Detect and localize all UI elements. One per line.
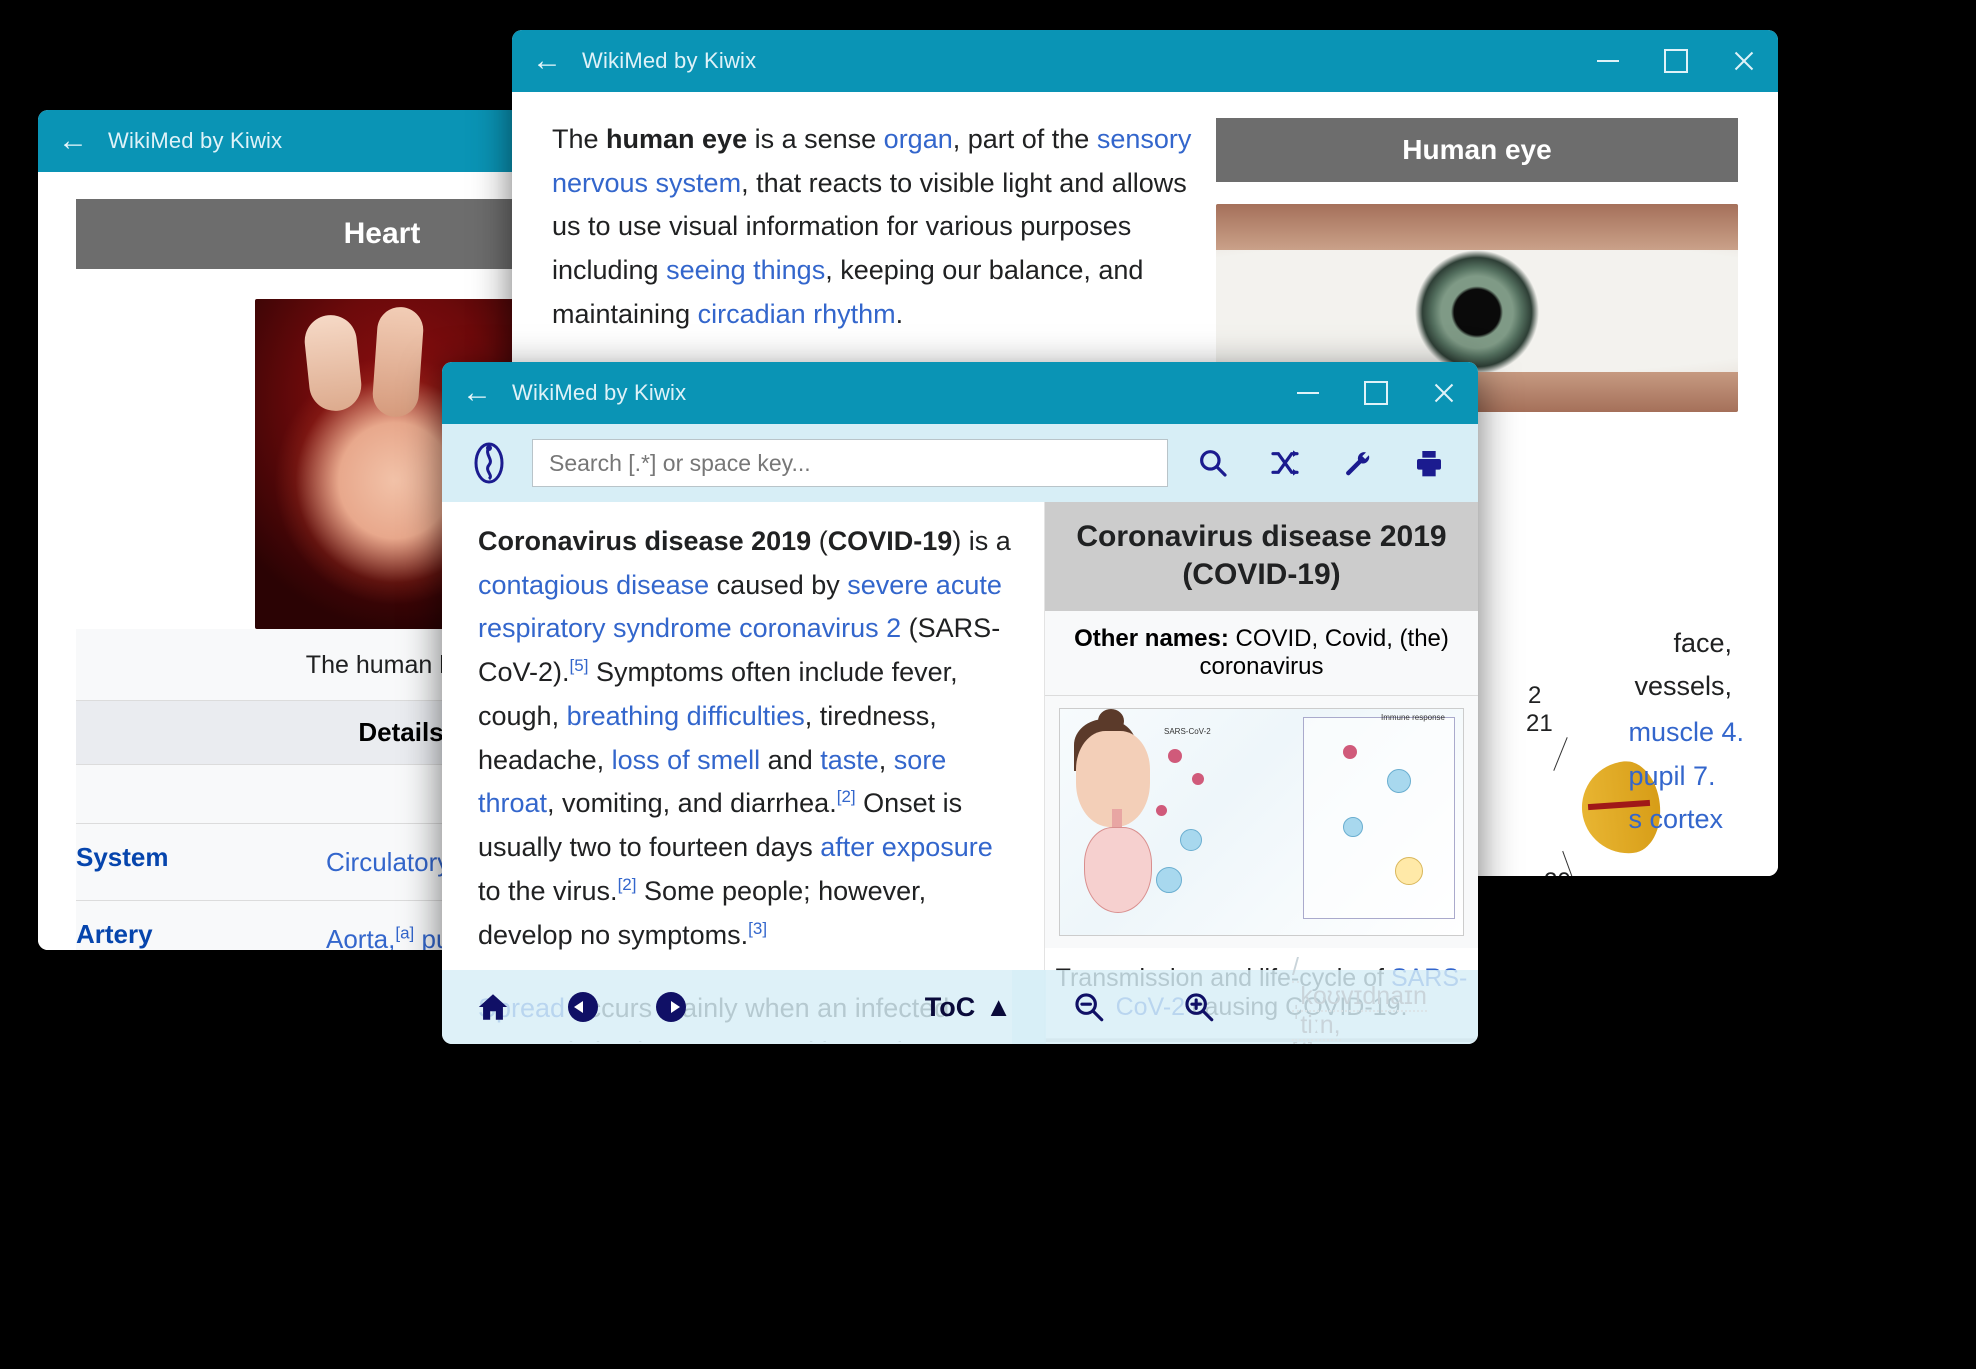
breathing-difficulties-link[interactable]: breathing difficulties [567, 701, 805, 731]
diagram-label-20: 20 [1544, 868, 1571, 876]
zoom-in-icon[interactable] [1182, 990, 1216, 1024]
ref-5[interactable]: [5] [570, 656, 589, 675]
diagram-label-21: 21 [1526, 710, 1553, 738]
covid-paragraph-1: Coronavirus disease 2019 (COVID-19) is a… [478, 520, 1018, 957]
covid-article-text: Coronavirus disease 2019 (COVID-19) is a… [442, 502, 1044, 1042]
window-controls [1274, 362, 1478, 424]
forward-arrow-icon[interactable] [656, 992, 686, 1022]
infobox-title: Coronavirus disease 2019 (COVID-19) [1045, 502, 1478, 611]
system-link[interactable]: Circulatory [326, 847, 450, 877]
maximize-button[interactable] [1342, 362, 1410, 424]
faded-pronunciation-text: /ˌkoʊvɪdnaɪnˈtiːn, [4] [1292, 953, 1427, 1045]
close-button[interactable] [1710, 30, 1778, 92]
titlebar-eye[interactable]: ← WikiMed by Kiwix [512, 30, 1778, 92]
eye-paragraph-1: The human eye is a sense organ, part of … [552, 118, 1192, 337]
scroll-to-top-icon[interactable] [1473, 992, 1478, 1022]
row-label[interactable]: System [76, 824, 326, 900]
home-icon[interactable] [476, 990, 510, 1024]
print-icon[interactable] [1402, 436, 1456, 490]
close-button[interactable] [1410, 362, 1478, 424]
infobox-title-line1: Coronavirus disease 2019 [1071, 518, 1452, 556]
maximize-button[interactable] [1642, 30, 1710, 92]
ref-2b[interactable]: [2] [618, 875, 637, 894]
other-names-label: Other names: [1074, 625, 1229, 652]
ref-a[interactable]: [a] [395, 924, 414, 943]
organ-link[interactable]: organ [884, 124, 953, 154]
back-arrow-icon[interactable] [568, 992, 598, 1022]
eye-fragment-pupil[interactable]: pupil 7. [1628, 761, 1715, 791]
window-title: WikiMed by Kiwix [512, 380, 686, 406]
minimize-button[interactable] [1274, 362, 1342, 424]
artery-link-aorta[interactable]: Aorta, [326, 924, 395, 950]
after-exposure-link[interactable]: after exposure [820, 832, 993, 862]
eye-fragment-muscle[interactable]: muscle 4. [1628, 717, 1744, 747]
window-title: WikiMed by Kiwix [108, 128, 282, 154]
chevron-up-icon: ▲ [985, 992, 1012, 1023]
circadian-rhythm-link[interactable]: circadian rhythm [698, 299, 896, 329]
bottom-bar-right: /ˌkoʊvɪdnaɪnˈtiːn, [4] [1012, 970, 1478, 1044]
diagram-label-2: 2 [1528, 682, 1541, 710]
search-input[interactable]: Search [.*] or space key... [532, 439, 1168, 487]
taste-link[interactable]: taste [820, 745, 879, 775]
titlebar-covid[interactable]: ← WikiMed by Kiwix [442, 362, 1478, 424]
loss-of-smell-link[interactable]: loss of smell [612, 745, 761, 775]
kiwix-logo-icon[interactable] [464, 438, 514, 488]
contagious-disease-link[interactable]: contagious disease [478, 570, 709, 600]
infobox-image-wrap: SARS-CoV-2 Immune response [1045, 696, 1478, 948]
window-title: WikiMed by Kiwix [582, 48, 756, 74]
toc-button[interactable]: ToC ▲ [925, 992, 1012, 1023]
ref-3[interactable]: [3] [748, 919, 767, 938]
infobox-other-names: Other names: COVID, Covid, (the) coronav… [1045, 611, 1478, 696]
infobox-title-line2: (COVID-19) [1071, 556, 1452, 594]
transmission-diagram: SARS-CoV-2 Immune response [1059, 708, 1464, 936]
row-label[interactable]: Artery [76, 901, 326, 950]
faded-ref: [4] [1292, 1040, 1427, 1045]
page-title: Human eye [1216, 118, 1738, 182]
bottom-bar-left: ToC ▲ [442, 970, 1046, 1044]
settings-wrench-icon[interactable] [1330, 436, 1384, 490]
window-covid19[interactable]: ← WikiMed by Kiwix Search [.*] or space … [442, 362, 1478, 1044]
random-article-icon[interactable] [1258, 436, 1312, 490]
search-icon[interactable] [1186, 436, 1240, 490]
eye-fragment-cortex[interactable]: s cortex [1628, 804, 1723, 834]
zoom-out-icon[interactable] [1072, 990, 1106, 1024]
window-controls [1574, 30, 1778, 92]
seeing-things-link[interactable]: seeing things [666, 255, 825, 285]
toc-label: ToC [925, 992, 975, 1023]
back-arrow-icon[interactable]: ← [442, 378, 512, 408]
back-arrow-icon[interactable]: ← [38, 126, 108, 156]
row-value: Circulatory [326, 824, 450, 900]
back-arrow-icon[interactable]: ← [512, 46, 582, 76]
minimize-button[interactable] [1574, 30, 1642, 92]
ref-2[interactable]: [2] [837, 787, 856, 806]
kiwix-toolbar: Search [.*] or space key... [442, 424, 1478, 502]
other-names-value: COVID, Covid, (the) coronavirus [1199, 625, 1448, 680]
